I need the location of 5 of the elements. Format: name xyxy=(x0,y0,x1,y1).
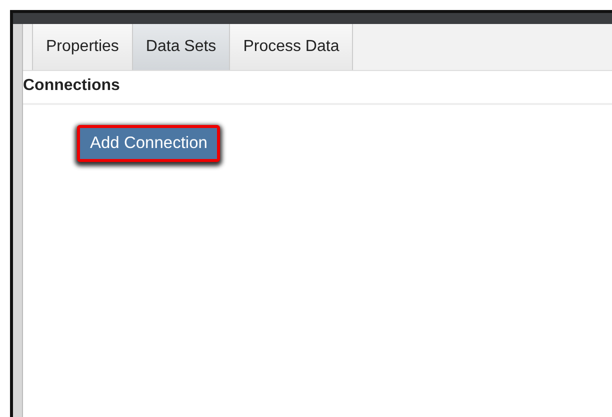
tab[interactable]: Data Sets xyxy=(132,24,230,70)
tab[interactable]: Process Data xyxy=(229,24,354,70)
tab[interactable]: Properties xyxy=(32,24,133,70)
add-connection-button[interactable]: Add Connection xyxy=(77,125,220,162)
section-title: Connections xyxy=(23,71,612,105)
